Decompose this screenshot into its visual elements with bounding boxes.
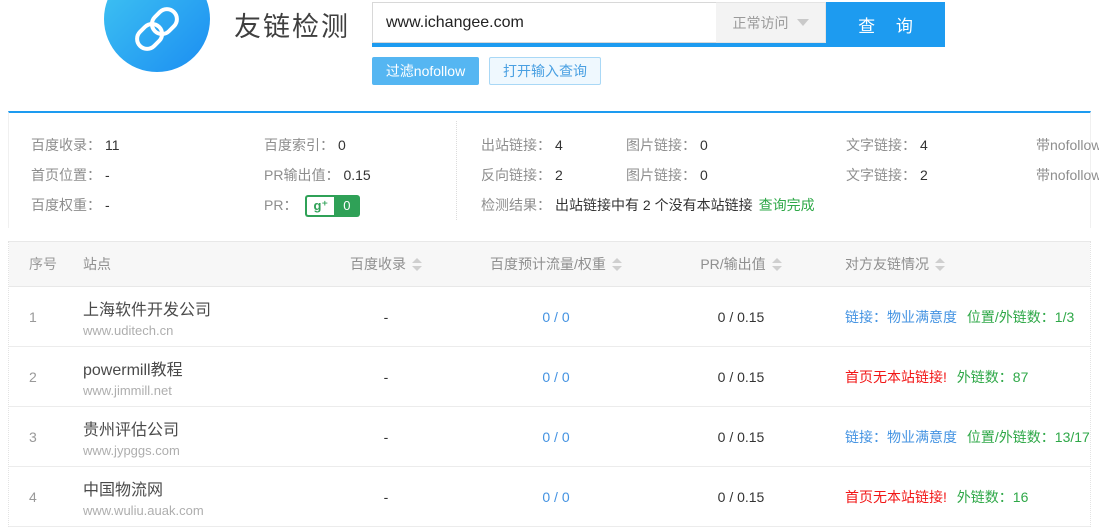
header-pr-output[interactable]: PR/输出值: [671, 254, 811, 274]
header-index: 序号: [9, 254, 71, 274]
traffic-cell: 0 / 0: [441, 429, 671, 445]
tool-logo: [104, 0, 210, 72]
baidu-included-cell: -: [331, 309, 441, 325]
row-index: 4: [9, 489, 71, 505]
pr-cell: 0 / 0.15: [671, 489, 811, 505]
traffic-cell: 0 / 0: [441, 309, 671, 325]
query-button[interactable]: 查 询: [826, 2, 945, 47]
stat-pr-output: PR输出值：0.15: [264, 165, 371, 185]
table-body: 1 上海软件开发公司 www.uditech.cn - 0 / 0 0 / 0.…: [9, 287, 1090, 527]
google-plus-icon: g⁺: [305, 195, 334, 217]
chevron-down-icon: [797, 19, 809, 26]
stat-result: 检测结果：出站链接中有 2 个没有本站链接查询完成: [481, 195, 815, 215]
link-status-count: 外链数：16: [957, 489, 1029, 505]
site-cell: 中国物流网 www.wuliu.auak.com: [71, 476, 331, 518]
stat-image-links-2: 图片链接：0: [626, 165, 708, 185]
table-row: 3 贵州评估公司 www.jypggs.com - 0 / 0 0 / 0.15…: [9, 407, 1090, 467]
link-status-text[interactable]: 链接：物业满意度: [845, 429, 957, 445]
site-name: 中国物流网: [83, 476, 331, 500]
traffic-cell: 0 / 0: [441, 489, 671, 505]
link-status-cell: 链接：物业满意度 位置/外链数：1/3: [811, 307, 1090, 327]
pagerank-badge: g⁺0: [305, 195, 359, 217]
link-status-count: 外链数：87: [957, 369, 1029, 385]
table-row: 4 中国物流网 www.wuliu.auak.com - 0 / 0 0 / 0…: [9, 467, 1090, 527]
link-status-cell: 链接：物业满意度 位置/外链数：13/17: [811, 427, 1090, 447]
stat-baidu-weight: 百度权重：-: [31, 195, 110, 215]
page-title: 友链检测: [234, 5, 350, 44]
site-url: www.jimmill.net: [83, 383, 331, 398]
traffic-cell: 0 / 0: [441, 369, 671, 385]
header-baidu-included[interactable]: 百度收录: [331, 254, 441, 274]
chain-link-icon: [130, 2, 184, 56]
stat-outbound-links: 出站链接：4: [481, 135, 563, 155]
baidu-included-cell: -: [331, 369, 441, 385]
site-name: 上海软件开发公司: [83, 296, 331, 320]
site-cell: 贵州评估公司 www.jypggs.com: [71, 416, 331, 458]
search-bar: 正常访问 查 询: [372, 2, 945, 47]
stat-text-links-2: 文字链接：2: [846, 165, 928, 185]
pr-cell: 0 / 0.15: [671, 429, 811, 445]
header-link-status[interactable]: 对方友链情况: [811, 254, 1090, 274]
filter-nofollow-button[interactable]: 过滤nofollow: [372, 57, 479, 85]
site-name: 贵州评估公司: [83, 416, 331, 440]
traffic-link[interactable]: 0 / 0: [542, 369, 569, 385]
pr-cell: 0 / 0.15: [671, 309, 811, 325]
table-row: 1 上海软件开发公司 www.uditech.cn - 0 / 0 0 / 0.…: [9, 287, 1090, 347]
link-status-cell: 首页无本站链接! 外链数：16: [811, 487, 1090, 507]
stat-nofollow-1: 带nofollow: [1036, 135, 1099, 155]
stats-divider: [456, 121, 457, 220]
traffic-link[interactable]: 0 / 0: [542, 429, 569, 445]
traffic-link[interactable]: 0 / 0: [542, 309, 569, 325]
site-name: powermill教程: [83, 356, 331, 380]
stats-panel: 百度收录：11 百度索引：0 首页位置：- PR输出值：0.15 百度权重：- …: [8, 111, 1091, 228]
link-status-text[interactable]: 首页无本站链接!: [845, 489, 947, 505]
results-table: 序号 站点 百度收录 百度预计流量/权重 PR/输出值 对方友链情况 1 上海软…: [8, 241, 1091, 527]
query-complete-link[interactable]: 查询完成: [759, 197, 815, 213]
site-url: www.jypggs.com: [83, 443, 331, 458]
baidu-included-cell: -: [331, 489, 441, 505]
sort-icon: [412, 258, 422, 271]
site-cell: powermill教程 www.jimmill.net: [71, 356, 331, 398]
link-status-cell: 首页无本站链接! 外链数：87: [811, 367, 1090, 387]
traffic-link[interactable]: 0 / 0: [542, 489, 569, 505]
stat-home-position: 首页位置：-: [31, 165, 110, 185]
link-status-text[interactable]: 首页无本站链接!: [845, 369, 947, 385]
site-cell: 上海软件开发公司 www.uditech.cn: [71, 296, 331, 338]
row-index: 3: [9, 429, 71, 445]
search-underline: [372, 43, 830, 47]
sort-icon: [612, 258, 622, 271]
link-status-count: 位置/外链数：13/17: [967, 429, 1090, 445]
pr-cell: 0 / 0.15: [671, 369, 811, 385]
link-status-count: 位置/外链数：1/3: [967, 309, 1074, 325]
link-status-text[interactable]: 链接：物业满意度: [845, 309, 957, 325]
stat-image-links-1: 图片链接：0: [626, 135, 708, 155]
site-url: www.wuliu.auak.com: [83, 503, 331, 518]
header-traffic-weight[interactable]: 百度预计流量/权重: [441, 254, 671, 274]
sort-icon: [935, 258, 945, 271]
row-index: 1: [9, 309, 71, 325]
open-input-query-button[interactable]: 打开输入查询: [489, 57, 601, 85]
stat-baidu-included: 百度收录：11: [31, 135, 120, 155]
header-site: 站点: [71, 254, 331, 274]
stat-text-links-1: 文字链接：4: [846, 135, 928, 155]
stat-nofollow-2: 带nofollow: [1036, 165, 1099, 185]
access-mode-dropdown[interactable]: 正常访问: [716, 2, 826, 43]
stat-backlinks: 反向链接：2: [481, 165, 563, 185]
site-url: www.uditech.cn: [83, 323, 331, 338]
stat-baidu-index: 百度索引：0: [264, 135, 346, 155]
url-input[interactable]: [372, 2, 716, 43]
access-mode-label: 正常访问: [733, 13, 789, 33]
stat-pagerank: PR：g⁺0: [264, 195, 360, 217]
row-index: 2: [9, 369, 71, 385]
sort-icon: [772, 258, 782, 271]
baidu-included-cell: -: [331, 429, 441, 445]
table-row: 2 powermill教程 www.jimmill.net - 0 / 0 0 …: [9, 347, 1090, 407]
table-header-row: 序号 站点 百度收录 百度预计流量/权重 PR/输出值 对方友链情况: [9, 241, 1090, 287]
